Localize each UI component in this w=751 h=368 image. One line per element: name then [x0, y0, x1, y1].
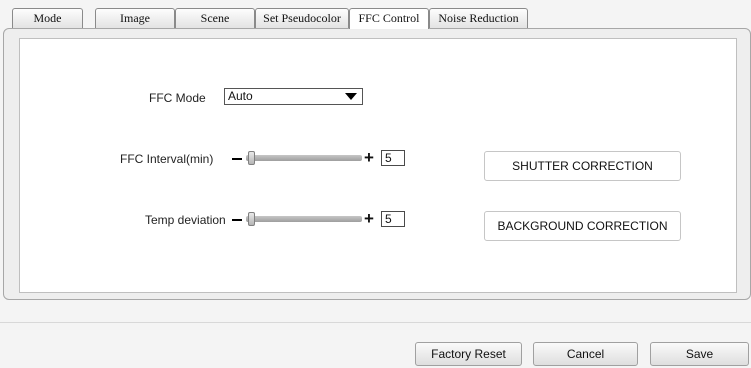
tab-set-pseudocolor[interactable]: Set Pseudocolor [255, 8, 349, 28]
temp-deviation-label: Temp deviation [145, 213, 226, 227]
temp-deviation-plus-icon[interactable]: + [364, 210, 374, 227]
save-button[interactable]: Save [650, 342, 749, 366]
ffc-interval-plus-icon[interactable]: + [364, 149, 374, 166]
tab-ffc-control[interactable]: FFC Control [349, 8, 429, 29]
ffc-mode-label: FFC Mode [149, 91, 206, 105]
footer-divider [0, 322, 751, 323]
temp-deviation-minus-icon[interactable] [232, 219, 242, 221]
shutter-correction-button[interactable]: SHUTTER CORRECTION [484, 151, 681, 181]
dropdown-arrow-icon [345, 93, 357, 100]
temp-deviation-slider-track[interactable] [246, 216, 362, 222]
ffc-interval-slider-thumb[interactable] [248, 151, 255, 165]
tab-noise-reduction[interactable]: Noise Reduction [429, 8, 528, 28]
ffc-mode-value: Auto [228, 89, 253, 103]
tab-mode[interactable]: Mode [12, 8, 83, 28]
ffc-interval-label: FFC Interval(min) [120, 152, 214, 166]
ffc-interval-slider-track[interactable] [246, 155, 362, 161]
ffc-interval-input[interactable]: 5 [381, 150, 405, 166]
temp-deviation-input[interactable]: 5 [381, 211, 405, 227]
ffc-interval-minus-icon[interactable] [232, 158, 242, 160]
temp-deviation-slider-thumb[interactable] [248, 212, 255, 226]
ffc-mode-select[interactable]: Auto [224, 88, 363, 105]
cancel-button[interactable]: Cancel [533, 342, 638, 366]
tab-scene[interactable]: Scene [175, 8, 255, 28]
tab-image[interactable]: Image [95, 8, 175, 28]
background-correction-button[interactable]: BACKGROUND CORRECTION [484, 211, 681, 241]
factory-reset-button[interactable]: Factory Reset [415, 342, 522, 366]
